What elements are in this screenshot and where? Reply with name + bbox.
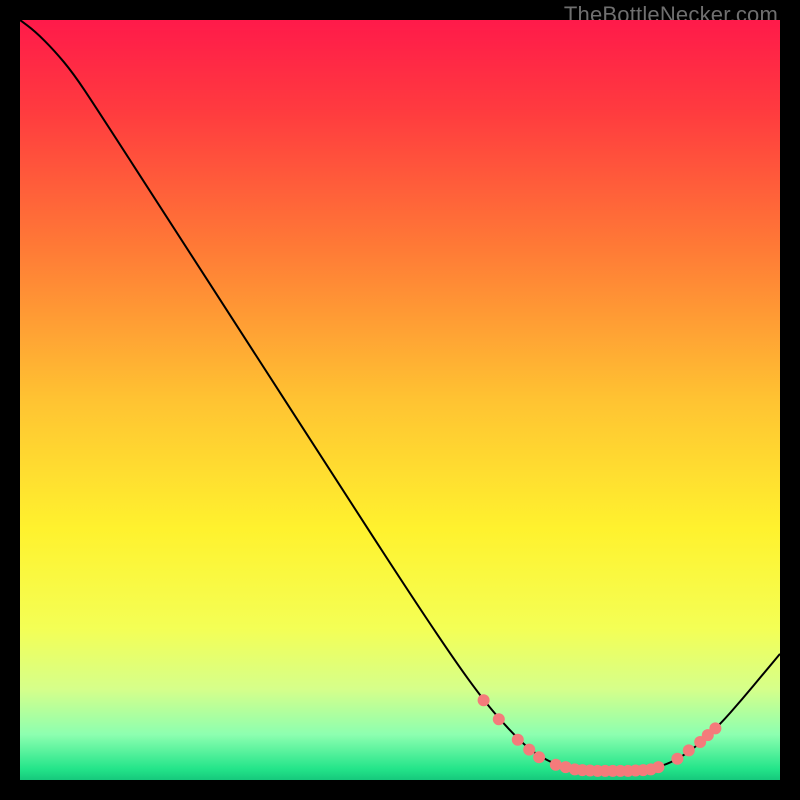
data-point [533, 751, 545, 763]
data-point [512, 734, 524, 746]
data-point [478, 694, 490, 706]
data-point [709, 722, 721, 734]
data-point [523, 744, 535, 756]
chart-svg [20, 20, 780, 780]
chart-frame [20, 20, 780, 780]
data-point [493, 713, 505, 725]
data-point [683, 744, 695, 756]
data-point [671, 753, 683, 765]
data-point [652, 761, 664, 773]
chart-background [20, 20, 780, 780]
